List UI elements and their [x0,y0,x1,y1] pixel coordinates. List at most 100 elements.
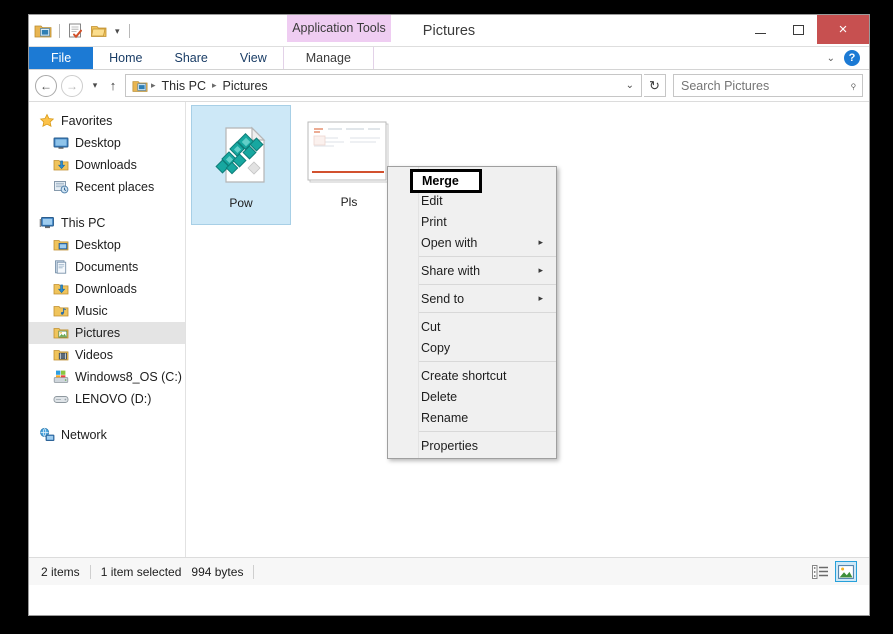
close-button[interactable]: × [817,15,869,44]
context-menu-item-label: Rename [421,410,469,425]
window-body: Favorites Desktop Downloads Recent place… [29,102,869,557]
downloads-icon [53,160,69,171]
status-item-count: 2 items [41,564,80,579]
search-box[interactable]: ⌕ [673,74,863,97]
sidebar-item-videos[interactable]: Videos [29,344,185,366]
sidebar-group-label: Network [61,428,107,442]
context-menu-separator [419,256,556,257]
context-menu-item-share-with[interactable]: Share with ▸ [388,260,556,281]
context-menu-item-label: Create shortcut [421,368,507,383]
context-menu-focus-highlight[interactable]: Merge [410,169,482,193]
tab-home[interactable]: Home [93,47,158,69]
sidebar-group-label: Favorites [61,114,113,128]
breadcrumb-item-pictures[interactable]: Pictures [218,79,273,93]
context-menu-item-open-with[interactable]: Open with ▸ [388,232,556,253]
toolbar-separator-2 [128,24,130,38]
sidebar-group-favorites[interactable]: Favorites [29,110,185,132]
context-menu-separator [419,312,556,313]
view-switcher [809,561,861,582]
large-icons-view-icon [838,564,854,579]
context-menu-item-edit[interactable]: Edit [388,190,556,211]
context-menu-item-cut[interactable]: Cut [388,316,556,337]
sidebar-item-windows8-os-c[interactable]: Windows8_OS (C:) [29,366,185,388]
address-dropdown-icon[interactable]: ⌄ [626,80,637,91]
sidebar-item-desktop[interactable]: Desktop [29,132,185,154]
file-list-pane[interactable]: Pow Pls Merge Edit Print Open with ▸ Sha… [186,102,869,557]
history-dropdown-icon[interactable]: ▾ [87,80,103,91]
drive-icon [53,396,69,403]
status-size: 994 bytes [191,564,244,579]
sidebar-item-label: Music [75,304,108,318]
help-icon[interactable]: ? [844,50,860,66]
file-name: Pow [229,196,253,210]
network-icon [40,427,55,441]
tab-view[interactable]: View [224,47,283,69]
sidebar-item-label: Documents [75,260,139,274]
sidebar-item-pictures[interactable]: Pictures [29,322,185,344]
breadcrumb[interactable]: ▸ This PC ▸ Pictures ⌄ [125,74,642,97]
context-menu-item-print[interactable]: Print [388,211,556,232]
sidebar-item-music[interactable]: Music [29,300,185,322]
maximize-button[interactable] [779,15,817,44]
context-menu-separator [419,361,556,362]
context-menu-item-delete[interactable]: Delete [388,386,556,407]
refresh-button[interactable]: ↻ [644,74,666,97]
search-input[interactable] [679,77,851,94]
sidebar-item-documents[interactable]: Documents [29,256,185,278]
context-menu-item-properties[interactable]: Properties [388,435,556,456]
sidebar-item-label: Downloads [75,282,137,296]
forward-button[interactable]: → [61,74,83,97]
sidebar-item-label: Downloads [75,158,137,172]
folder-properties-icon[interactable] [34,22,52,40]
sidebar-item-downloads-pc[interactable]: Downloads [29,278,185,300]
large-icons-view-button[interactable] [835,561,857,582]
sidebar-group-this-pc[interactable]: This PC [29,212,185,234]
tab-manage[interactable]: Manage [282,47,374,69]
context-menu-item-copy[interactable]: Copy [388,337,556,358]
sidebar-item-recent-places[interactable]: Recent places [29,176,185,198]
up-button[interactable]: ↑ [103,78,123,93]
tab-file[interactable]: File [29,47,94,69]
sidebar-item-desktop-pc[interactable]: Desktop [29,234,185,256]
contextual-tab-header: Application Tools [287,15,391,42]
context-menu-item-rename[interactable]: Rename [388,407,556,428]
submenu-arrow-icon: ▸ [538,293,543,303]
file-item-selected[interactable]: Pow [191,105,291,225]
status-bar: 2 items 1 item selected 994 bytes [29,557,869,585]
context-menu-item-label: Copy [421,340,451,355]
context-menu-item-label: Print [421,214,447,229]
star-icon [39,113,55,128]
details-view-button[interactable] [809,561,831,582]
chevron-down-icon[interactable]: ⌄ [827,53,835,64]
context-menu-item-label: Send to [421,291,465,306]
navigation-pane: Favorites Desktop Downloads Recent place… [29,102,186,557]
context-menu-separator [419,431,556,432]
context-menu-item-label: Open with [421,235,478,250]
details-view-icon [812,564,828,579]
context-menu-item-label: Delete [421,389,458,404]
breadcrumb-item-this-pc[interactable]: This PC [157,79,211,93]
new-folder-icon[interactable] [90,22,108,40]
sidebar-group-network[interactable]: Network [29,424,185,446]
this-pc-icon [39,217,54,229]
sidebar-item-label: Desktop [75,136,121,150]
title-bar: ▾ Application Tools Pictures × [29,15,869,47]
minimize-button[interactable] [741,15,779,44]
status-selection: 1 item selected [100,564,182,579]
explorer-window: ▾ Application Tools Pictures × File Home… [28,14,870,616]
back-button[interactable]: ← [35,74,57,97]
quick-access-toolbar: ▾ [34,19,132,43]
context-menu-item-create-shortcut[interactable]: Create shortcut [388,365,556,386]
sidebar-item-lenovo-d[interactable]: LENOVO (D:) [29,388,185,410]
sidebar-item-downloads[interactable]: Downloads [29,154,185,176]
context-menu[interactable]: Merge Merge Edit Print Open with ▸ Share… [387,166,557,459]
context-menu-item-label: Share with [421,263,481,278]
qat-dropdown-caret[interactable]: ▾ [113,22,122,40]
downloads-icon [53,284,69,295]
tab-share[interactable]: Share [159,47,224,69]
properties-icon[interactable] [67,22,85,40]
file-item[interactable]: Pls [299,105,399,225]
context-menu-item-send-to[interactable]: Send to ▸ [388,288,556,309]
ribbon-tab-strip: File Home Share View Manage ⌄ ? [29,47,869,70]
